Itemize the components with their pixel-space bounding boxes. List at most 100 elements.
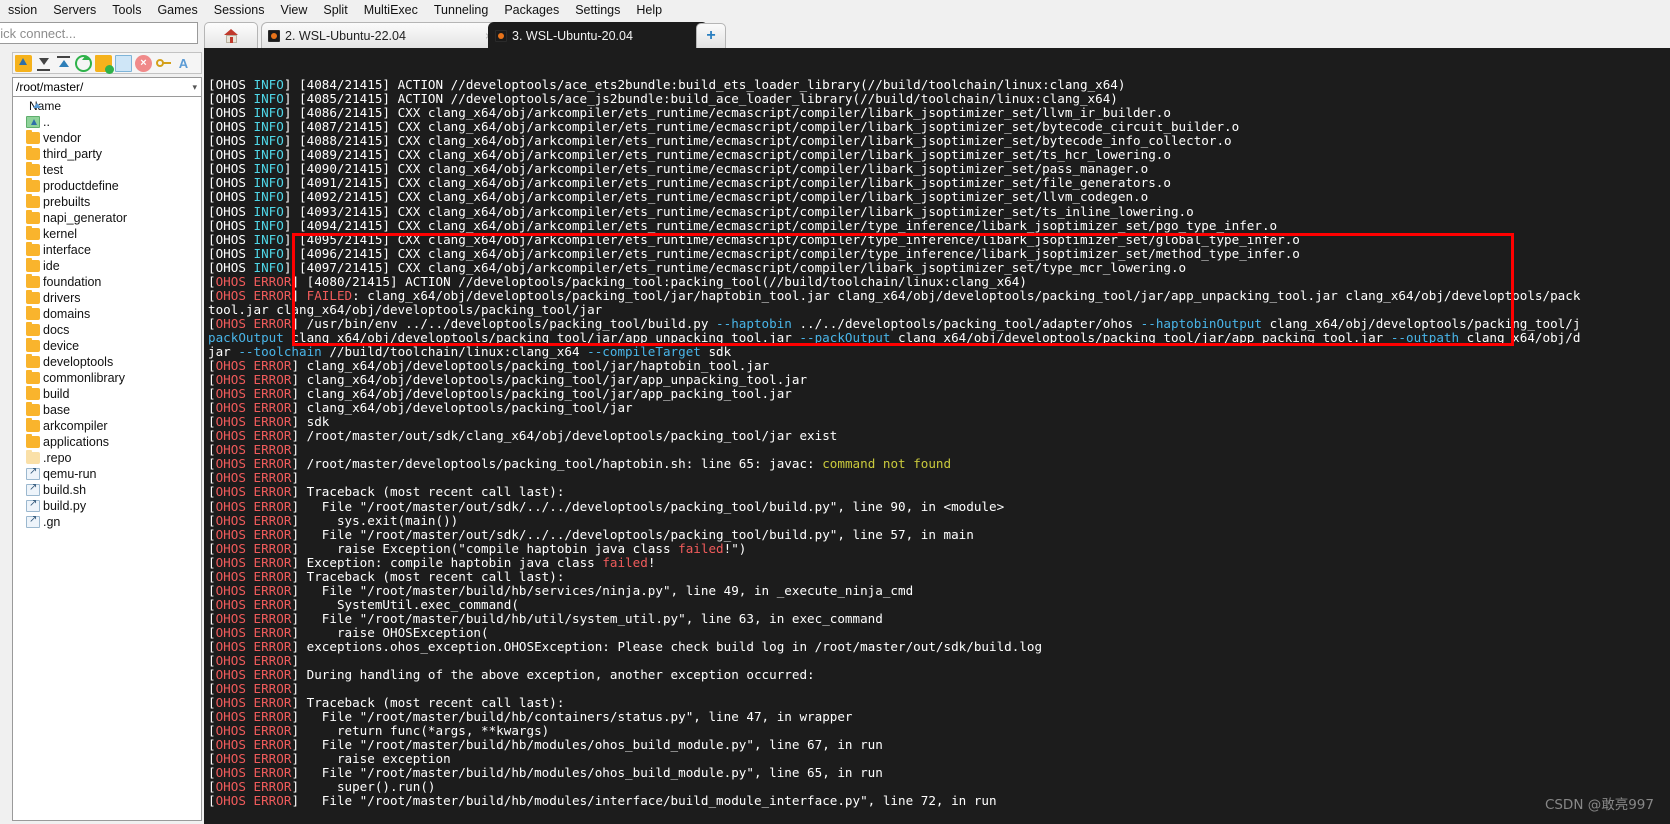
new-file-icon[interactable] [115, 54, 132, 72]
sftp-file-list[interactable]: Name .. vendor third_party test productdefin… [12, 97, 202, 821]
folder-icon [26, 322, 40, 336]
menu-item-ssion[interactable]: ssion [0, 2, 45, 18]
file-row[interactable]: third_party [13, 146, 201, 162]
folder-up-icon[interactable] [15, 54, 32, 72]
terminal-span: [ [208, 695, 216, 711]
file-row[interactable]: .. [13, 114, 201, 130]
menu-item-split[interactable]: Split [315, 2, 355, 18]
terminal-span: INFO [253, 77, 284, 93]
file-row[interactable]: prebuilts [13, 194, 201, 210]
file-row[interactable]: applications [13, 434, 201, 450]
permissions-key-icon[interactable] [155, 55, 172, 72]
file-row[interactable]: .gn [13, 514, 201, 530]
terminal-span: OHOS [215, 386, 254, 402]
file-row[interactable]: docs [13, 322, 201, 338]
file-row[interactable]: base [13, 402, 201, 418]
menu-item-games[interactable]: Games [149, 2, 205, 18]
file-row[interactable]: napi_generator [13, 210, 201, 226]
terminal-line: [OHOS ERROR] Traceback (most recent call… [208, 696, 1670, 710]
terminal-span: OHOS [215, 428, 254, 444]
terminal-span: OHOS [215, 737, 254, 753]
upload-icon[interactable] [55, 55, 72, 72]
terminal-span: [ [208, 386, 216, 402]
tab-wsl-ubuntu-2004[interactable]: 3. WSL-Ubuntu-20.04 [488, 22, 708, 49]
file-row[interactable]: test [13, 162, 201, 178]
terminal-span: ERROR [253, 765, 292, 781]
menu-item-multiexec[interactable]: MultiExec [356, 2, 426, 18]
terminal-span: OHOS [215, 245, 254, 261]
folder-icon [26, 162, 40, 176]
text-mode-icon[interactable]: A [175, 55, 192, 72]
terminal-span: ] [4085/21415] ACTION //developtools/ace… [283, 91, 1118, 107]
download-icon[interactable] [35, 55, 52, 72]
file-row[interactable]: developtools [13, 354, 201, 370]
delete-icon[interactable]: × [135, 54, 152, 72]
file-row[interactable]: drivers [13, 290, 201, 306]
terminal-span: OHOS [215, 610, 254, 626]
file-row[interactable]: vendor [13, 130, 201, 146]
tab-wsl-ubuntu-2204[interactable]: 2. WSL-Ubuntu-22.04 × [261, 22, 501, 49]
new-tab-button[interactable]: + [696, 23, 726, 49]
terminal-line: [OHOS ERROR] clang_x64/obj/developtools/… [208, 373, 1670, 387]
new-folder-icon[interactable] [95, 54, 114, 74]
terminal-line: [OHOS ERROR] super().run() [208, 780, 1670, 794]
file-row[interactable]: kernel [13, 226, 201, 242]
menu-item-help[interactable]: Help [628, 2, 670, 18]
terminal-span: ../../developtools/packing_tool/adapter/… [791, 315, 1141, 331]
terminal-span: [ [208, 315, 216, 331]
terminal-output[interactable]: [OHOS INFO] [4084/21415] ACTION //develo… [204, 48, 1670, 824]
terminal-span: During handling of the above exception, … [306, 667, 815, 683]
terminal-span: ] [291, 596, 307, 612]
file-name: drivers [43, 291, 81, 305]
terminal-span: ] [291, 442, 307, 458]
terminal-span: [ [208, 161, 216, 177]
terminal-span: ] [291, 667, 307, 683]
tab-home-button[interactable] [204, 22, 258, 49]
terminal-span: ERROR [253, 723, 292, 739]
menu-item-tunneling[interactable]: Tunneling [426, 2, 496, 18]
terminal-line: [OHOS ERROR] Traceback (most recent call… [208, 485, 1670, 499]
chevron-down-icon[interactable]: ▾ [192, 82, 197, 93]
terminal-span: [ [208, 456, 216, 472]
menu-item-sessions[interactable]: Sessions [206, 2, 273, 18]
folder-icon [26, 290, 40, 304]
menu-item-view[interactable]: View [272, 2, 315, 18]
file-row[interactable]: interface [13, 242, 201, 258]
terminal-span: ERROR [253, 484, 292, 500]
quick-connect-input[interactable]: uick connect... [0, 22, 198, 44]
terminal-span: ] [291, 484, 307, 500]
folder-icon [26, 418, 40, 432]
sftp-path-input[interactable]: /root/master/ ▾ [12, 77, 202, 97]
file-row[interactable]: .repo [13, 450, 201, 466]
file-row[interactable]: domains [13, 306, 201, 322]
terminal-line: [OHOS ERROR] [4080/21415] ACTION //devel… [208, 274, 1670, 289]
refresh-icon[interactable] [75, 54, 92, 72]
sftp-path-value: /root/master/ [16, 80, 84, 94]
file-row[interactable]: build.py [13, 498, 201, 514]
menu-item-servers[interactable]: Servers [45, 2, 104, 18]
file-name: applications [43, 435, 110, 449]
terminal-span: INFO [253, 231, 284, 247]
terminal-span: OHOS [215, 456, 254, 472]
file-row[interactable]: commonlibrary [13, 370, 201, 386]
file-row[interactable]: arkcompiler [13, 418, 201, 434]
watermark: CSDN @敢亮997 [1544, 796, 1654, 813]
terminal-span: ] [291, 765, 307, 781]
file-row[interactable]: build [13, 386, 201, 402]
terminal-line: [OHOS INFO] [4091/21415] CXX clang_x64/o… [208, 176, 1670, 190]
menu-item-packages[interactable]: Packages [496, 2, 567, 18]
terminal-span: OHOS [215, 400, 254, 416]
file-list-header[interactable]: Name [13, 97, 201, 114]
terminal-span: OHOS [215, 119, 254, 135]
terminal-span: ] [291, 498, 307, 514]
file-row[interactable]: foundation [13, 274, 201, 290]
menu-item-settings[interactable]: Settings [567, 2, 628, 18]
terminal-span: [ [208, 638, 216, 654]
file-row[interactable]: ide [13, 258, 201, 274]
menu-item-tools[interactable]: Tools [104, 2, 149, 18]
file-row[interactable]: productdefine [13, 178, 201, 194]
file-row[interactable]: device [13, 338, 201, 354]
file-row[interactable]: qemu-run [13, 466, 201, 482]
terminal-span: OHOS [215, 624, 254, 640]
file-row[interactable]: build.sh [13, 482, 201, 498]
